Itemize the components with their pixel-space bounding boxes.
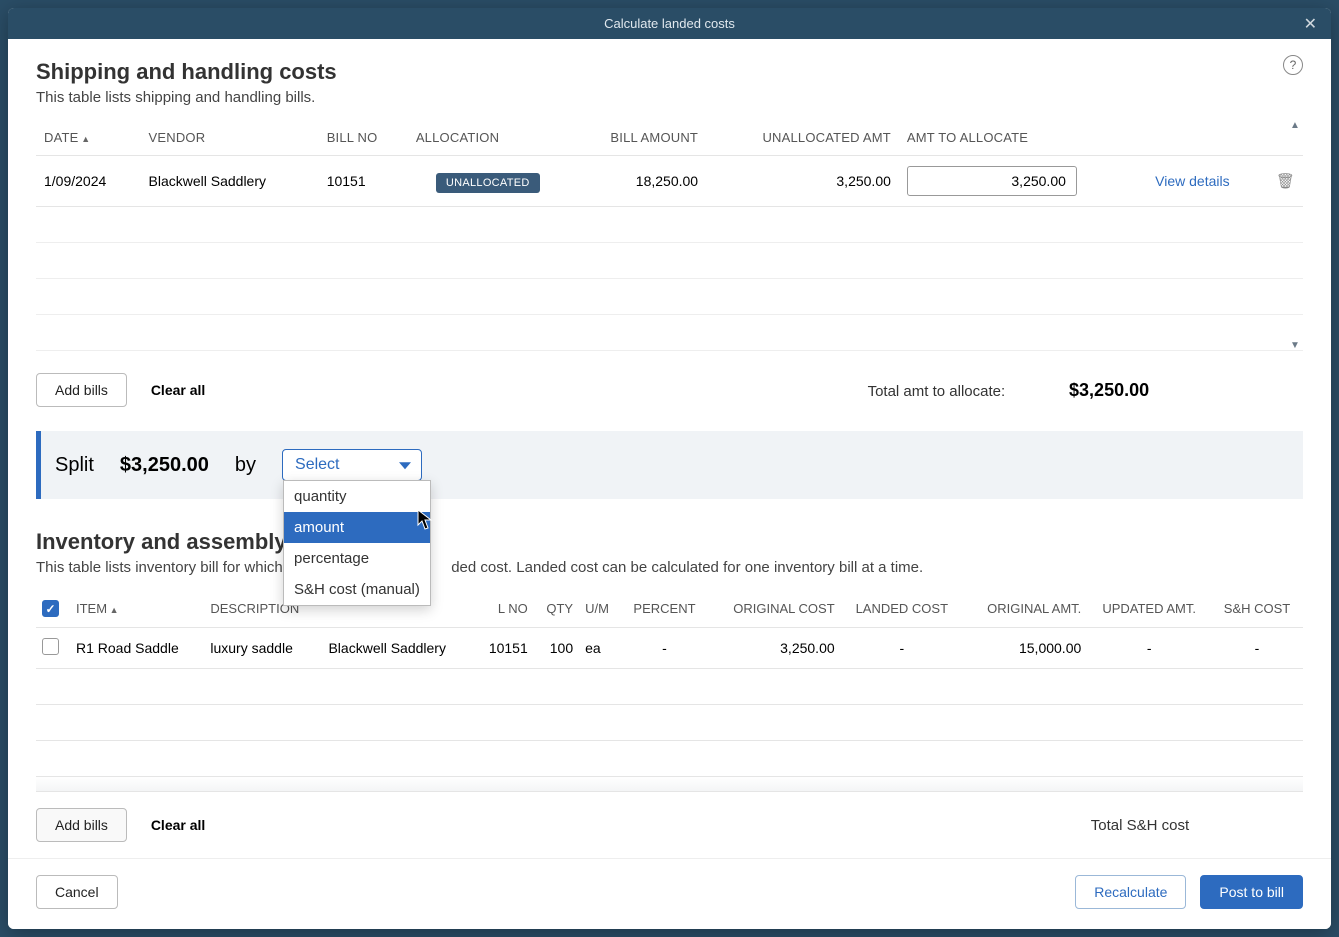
modal-title-bar: Calculate landed costs ✕ xyxy=(8,8,1331,39)
cell-item: R1 Road Saddle xyxy=(70,628,204,669)
row-checkbox[interactable] xyxy=(42,638,59,655)
split-dropdown: quantity amount percentage S&H cost (man… xyxy=(283,480,431,606)
close-icon[interactable]: ✕ xyxy=(1304,14,1317,34)
help-icon[interactable]: ? xyxy=(1283,55,1303,75)
post-to-bill-button[interactable]: Post to bill xyxy=(1200,875,1303,909)
cancel-button[interactable]: Cancel xyxy=(36,875,118,909)
col-landed-cost[interactable]: LANDED COST xyxy=(841,590,963,628)
col-vendor[interactable]: VENDOR xyxy=(141,120,319,156)
table-row: R1 Road Saddle luxury saddle Blackwell S… xyxy=(36,628,1303,669)
shipping-section: Shipping and handling costs This table l… xyxy=(36,59,1303,407)
total-allocate-label: Total amt to allocate: xyxy=(868,383,1006,400)
cell-date: 1/09/2024 xyxy=(36,156,141,207)
col-bill-no[interactable]: BILL NO xyxy=(319,120,408,156)
cell-updated-amt: - xyxy=(1087,628,1211,669)
shipping-title: Shipping and handling costs xyxy=(36,59,1303,85)
col-updated-amt[interactable]: UPDATED AMT. xyxy=(1087,590,1211,628)
split-by-label: by xyxy=(235,454,256,477)
cell-sh-cost: - xyxy=(1211,628,1303,669)
shipping-subtitle: This table lists shipping and handling b… xyxy=(36,89,1303,106)
col-item[interactable]: ITEM xyxy=(70,590,204,628)
add-bills-button-lower[interactable]: Add bills xyxy=(36,808,127,842)
cell-orig-cost: 3,250.00 xyxy=(708,628,841,669)
cell-description: luxury saddle xyxy=(204,628,322,669)
col-allocation[interactable]: ALLOCATION xyxy=(408,120,568,156)
total-allocate-value: $3,250.00 xyxy=(1069,380,1149,400)
inventory-items-table: ITEM DESCRIPTION VENDOR_H L NO QTY U/M P… xyxy=(36,590,1303,777)
landed-costs-modal: Calculate landed costs ✕ ? Shipping and … xyxy=(8,8,1331,929)
split-option-quantity[interactable]: quantity xyxy=(284,481,430,512)
col-orig-cost[interactable]: ORIGINAL COST xyxy=(708,590,841,628)
total-sh-label: Total S&H cost xyxy=(1091,817,1189,834)
inventory-section: Inventory and assembly items This table … xyxy=(36,499,1303,777)
cell-um: ea xyxy=(579,628,621,669)
scroll-down-icon[interactable]: ▼ xyxy=(1290,340,1300,351)
clear-all-link-lower[interactable]: Clear all xyxy=(151,817,205,833)
allocation-badge: UNALLOCATED xyxy=(436,173,540,193)
split-option-shmanual[interactable]: S&H cost (manual) xyxy=(284,574,430,605)
shipping-actions: Add bills Clear all Total amt to allocat… xyxy=(36,373,1303,407)
split-bar: Split $3,250.00 by Select quantity amoun… xyxy=(36,431,1303,499)
cursor-pointer-icon xyxy=(417,509,435,537)
modal-footer: Cancel Recalculate Post to bill xyxy=(8,858,1331,929)
col-sh-cost[interactable]: S&H COST xyxy=(1211,590,1303,628)
col-percent[interactable]: PERCENT xyxy=(621,590,708,628)
cell-qty: 100 xyxy=(534,628,579,669)
view-details-link[interactable]: View details xyxy=(1155,173,1229,189)
cell-billno: 10151 xyxy=(474,628,534,669)
col-orig-amt[interactable]: ORIGINAL AMT. xyxy=(963,590,1087,628)
cell-vendor: Blackwell Saddlery xyxy=(141,156,319,207)
header-checkbox[interactable] xyxy=(42,600,59,617)
split-option-amount[interactable]: amount xyxy=(284,512,430,543)
col-bill-amount[interactable]: BILL AMOUNT xyxy=(568,120,706,156)
col-qty[interactable]: QTY xyxy=(534,590,579,628)
cell-percent: - xyxy=(621,628,708,669)
spacer xyxy=(36,777,1303,792)
split-label: Split xyxy=(55,454,94,477)
modal-content: ? Shipping and handling costs This table… xyxy=(8,39,1331,858)
cell-bill-no: 10151 xyxy=(319,156,408,207)
inventory-subtitle: This table lists inventory bill for whic… xyxy=(36,559,1303,576)
col-unallocated-amt[interactable]: UNALLOCATED AMT xyxy=(706,120,899,156)
recalculate-button[interactable]: Recalculate xyxy=(1075,875,1186,909)
inventory-actions: Add bills Clear all Total S&H cost xyxy=(36,792,1303,858)
amt-to-allocate-input[interactable] xyxy=(907,166,1077,196)
col-bill-no-partial[interactable]: L NO xyxy=(474,590,534,628)
clear-all-link[interactable]: Clear all xyxy=(151,382,205,398)
col-um[interactable]: U/M xyxy=(579,590,621,628)
col-amt-allocate[interactable]: AMT TO ALLOCATE xyxy=(899,120,1147,156)
cell-orig-amt: 15,000.00 xyxy=(963,628,1087,669)
shipping-bills-table: DATE VENDOR BILL NO ALLOCATION BILL AMOU… xyxy=(36,120,1303,351)
cell-bill-amount: 18,250.00 xyxy=(568,156,706,207)
delete-row-icon[interactable]: 🗑 xyxy=(1276,173,1295,190)
modal-title: Calculate landed costs xyxy=(604,16,735,31)
add-bills-button[interactable]: Add bills xyxy=(36,373,127,407)
scroll-up-icon[interactable]: ▲ xyxy=(1290,120,1300,131)
cell-vendor: Blackwell Saddlery xyxy=(322,628,474,669)
cell-landed-cost: - xyxy=(841,628,963,669)
cell-unallocated: 3,250.00 xyxy=(706,156,899,207)
split-option-percentage[interactable]: percentage xyxy=(284,543,430,574)
table-row: 1/09/2024 Blackwell Saddlery 10151 UNALL… xyxy=(36,156,1303,207)
empty-rows xyxy=(36,207,1303,351)
col-date[interactable]: DATE xyxy=(36,120,141,156)
split-select[interactable]: Select quantity amount percentage S&H co… xyxy=(282,449,422,481)
split-amount: $3,250.00 xyxy=(120,454,209,477)
inventory-title: Inventory and assembly items xyxy=(36,529,1303,555)
